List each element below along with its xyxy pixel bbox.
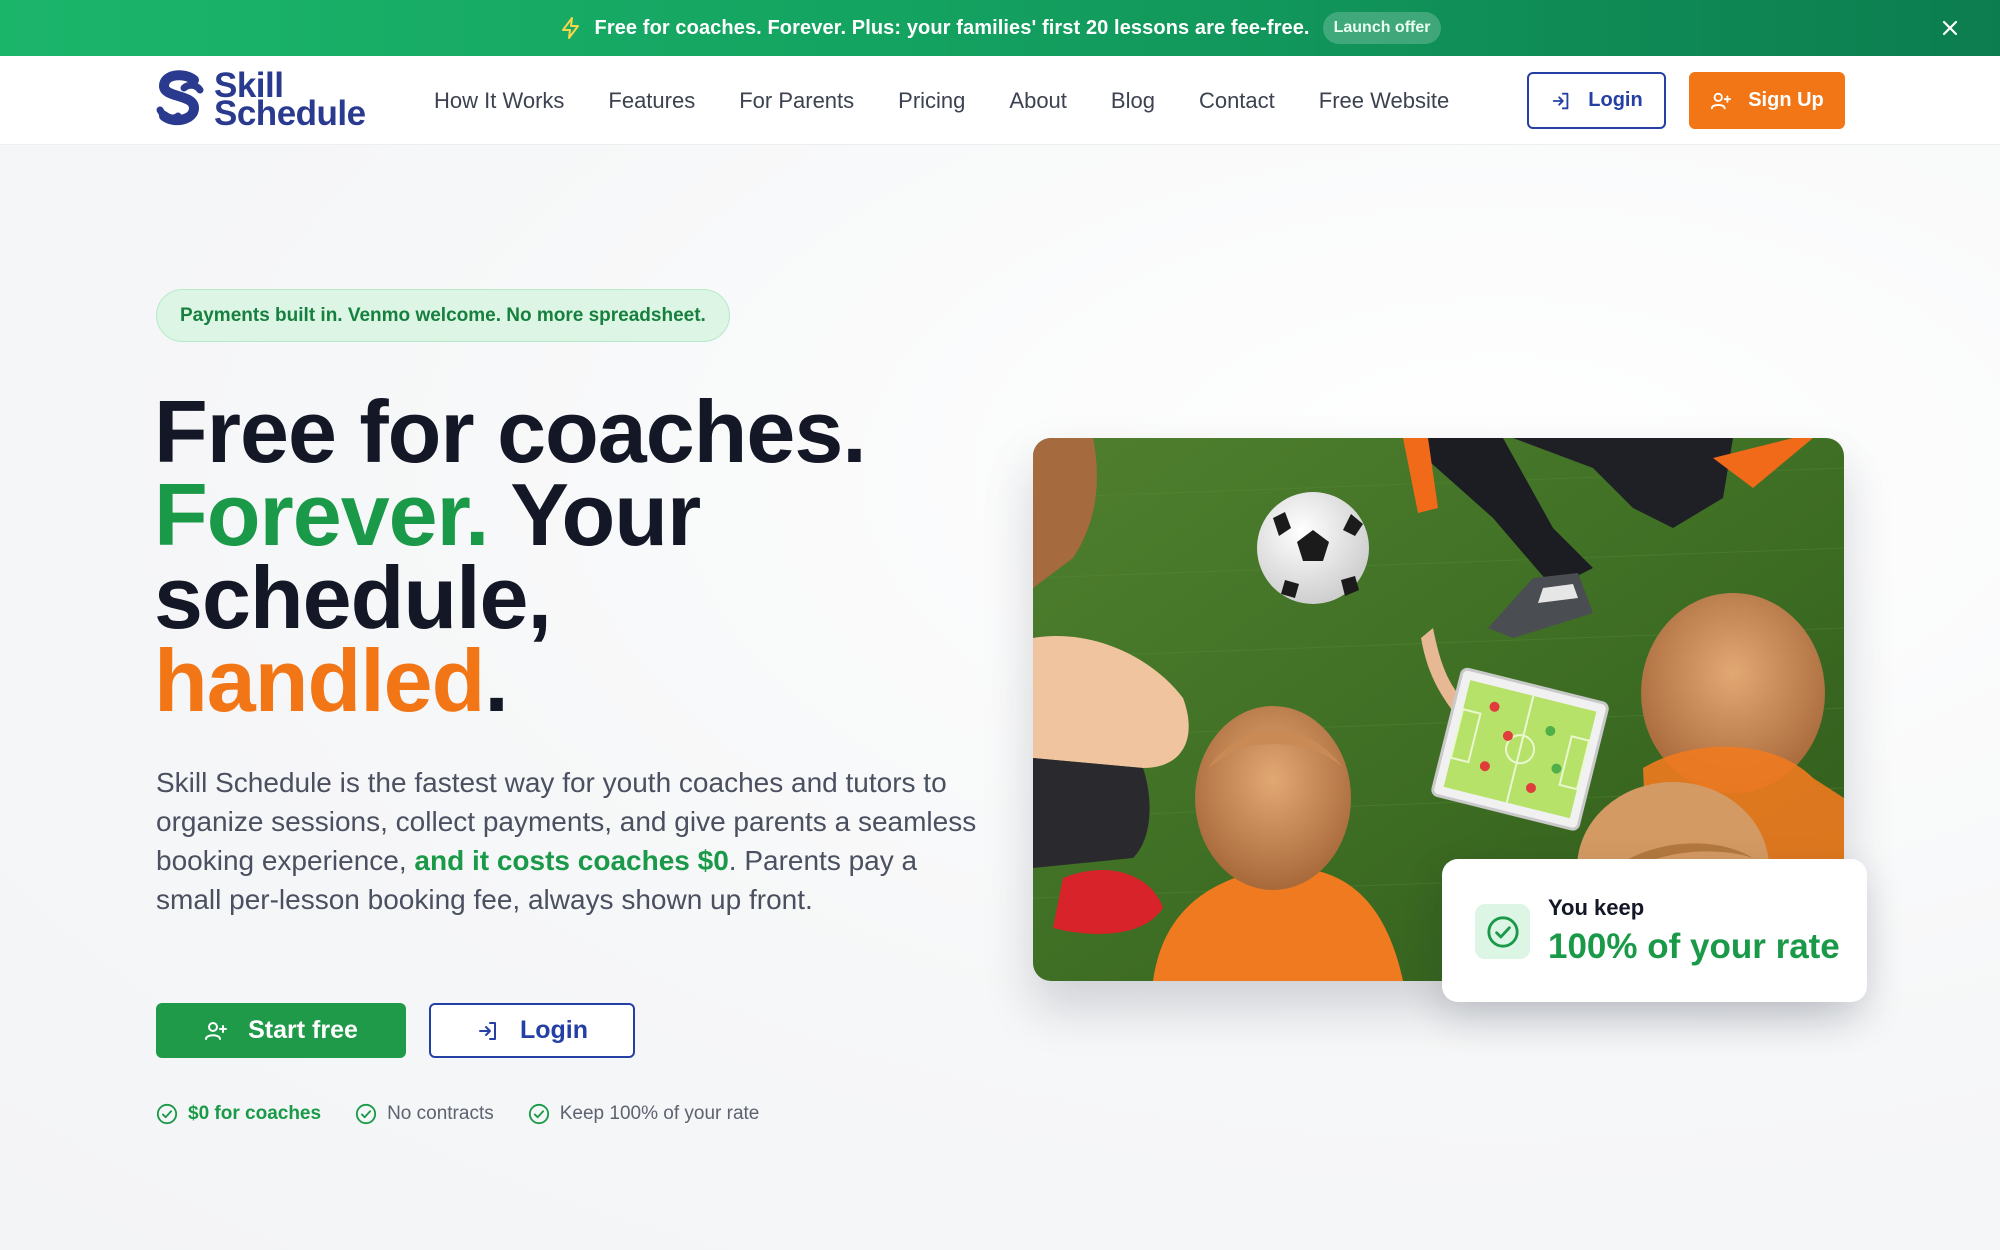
- hero-login-button[interactable]: Login: [429, 1003, 635, 1058]
- check-circle-icon: [156, 1103, 178, 1125]
- perk-item: No contracts: [355, 1103, 494, 1125]
- login-icon: [1553, 92, 1569, 109]
- login-icon: [478, 1021, 496, 1040]
- logo-line-2: Schedule: [214, 94, 366, 133]
- perk-label: Keep 100% of your rate: [559, 1103, 760, 1124]
- keep-card-label: You keep: [1548, 895, 1645, 920]
- perk-item: $0 for coaches: [156, 1103, 321, 1125]
- logo-wordmark: Skill Schedule: [214, 68, 366, 133]
- check-circle-icon: [1486, 915, 1519, 948]
- check-badge: [1475, 904, 1530, 959]
- navbar: Skill Schedule How It Works Features For…: [0, 56, 2000, 145]
- perk-label: No contracts: [387, 1103, 494, 1124]
- announcement-bar: Free for coaches. Forever. Plus: your fa…: [0, 0, 2000, 56]
- headline-period: .: [484, 631, 508, 730]
- nav-login-label: Login: [1588, 89, 1643, 111]
- nav-signup-label: Sign Up: [1748, 89, 1824, 111]
- perk-item: Keep 100% of your rate: [528, 1103, 760, 1125]
- close-icon[interactable]: [1938, 16, 1962, 40]
- nav-item-about[interactable]: About: [1009, 88, 1067, 114]
- hero-login-label: Login: [519, 1016, 589, 1044]
- payments-badge: Payments built in. Venmo welcome. No mor…: [156, 289, 730, 342]
- nav-item-how-it-works[interactable]: How It Works: [434, 88, 564, 114]
- nav-links: How It Works Features For Parents Pricin…: [434, 56, 1493, 145]
- launch-offer-badge: Launch offer: [1322, 12, 1442, 44]
- hero-description: Skill Schedule is the fastest way for yo…: [156, 763, 986, 919]
- headline-handled: handled: [154, 631, 485, 730]
- nav-item-blog[interactable]: Blog: [1111, 88, 1155, 114]
- lightning-bolt-icon: [561, 17, 579, 39]
- nav-login-button[interactable]: Login: [1527, 72, 1666, 129]
- nav-item-contact[interactable]: Contact: [1199, 88, 1275, 114]
- nav-item-pricing[interactable]: Pricing: [898, 88, 965, 114]
- keep-card-value: 100% of your rate: [1548, 927, 1840, 966]
- hero-headline: Free for coaches. Forever. Your schedule…: [154, 388, 954, 725]
- start-free-button[interactable]: Start free: [156, 1003, 406, 1058]
- logo[interactable]: Skill Schedule: [154, 68, 366, 133]
- user-plus-icon: [1711, 92, 1732, 109]
- lede-highlight: and it costs coaches $0: [414, 845, 729, 876]
- keep-rate-card: You keep 100% of your rate: [1442, 859, 1867, 1002]
- check-circle-icon: [528, 1103, 549, 1125]
- nav-item-for-parents[interactable]: For Parents: [739, 88, 854, 114]
- skill-schedule-logo-icon: [156, 70, 204, 126]
- nav-signup-button[interactable]: Sign Up: [1689, 72, 1845, 129]
- nav-item-features[interactable]: Features: [608, 88, 695, 114]
- perks-list: $0 for coaches No contracts Keep 100% of…: [156, 1103, 793, 1125]
- perk-label: $0 for coaches: [188, 1103, 322, 1124]
- nav-item-free-website[interactable]: Free Website: [1319, 88, 1449, 114]
- announcement-message: Free for coaches. Forever. Plus: your fa…: [594, 16, 1310, 39]
- user-plus-icon: [205, 1021, 228, 1040]
- check-circle-icon: [355, 1103, 377, 1125]
- start-free-label: Start free: [248, 1016, 358, 1044]
